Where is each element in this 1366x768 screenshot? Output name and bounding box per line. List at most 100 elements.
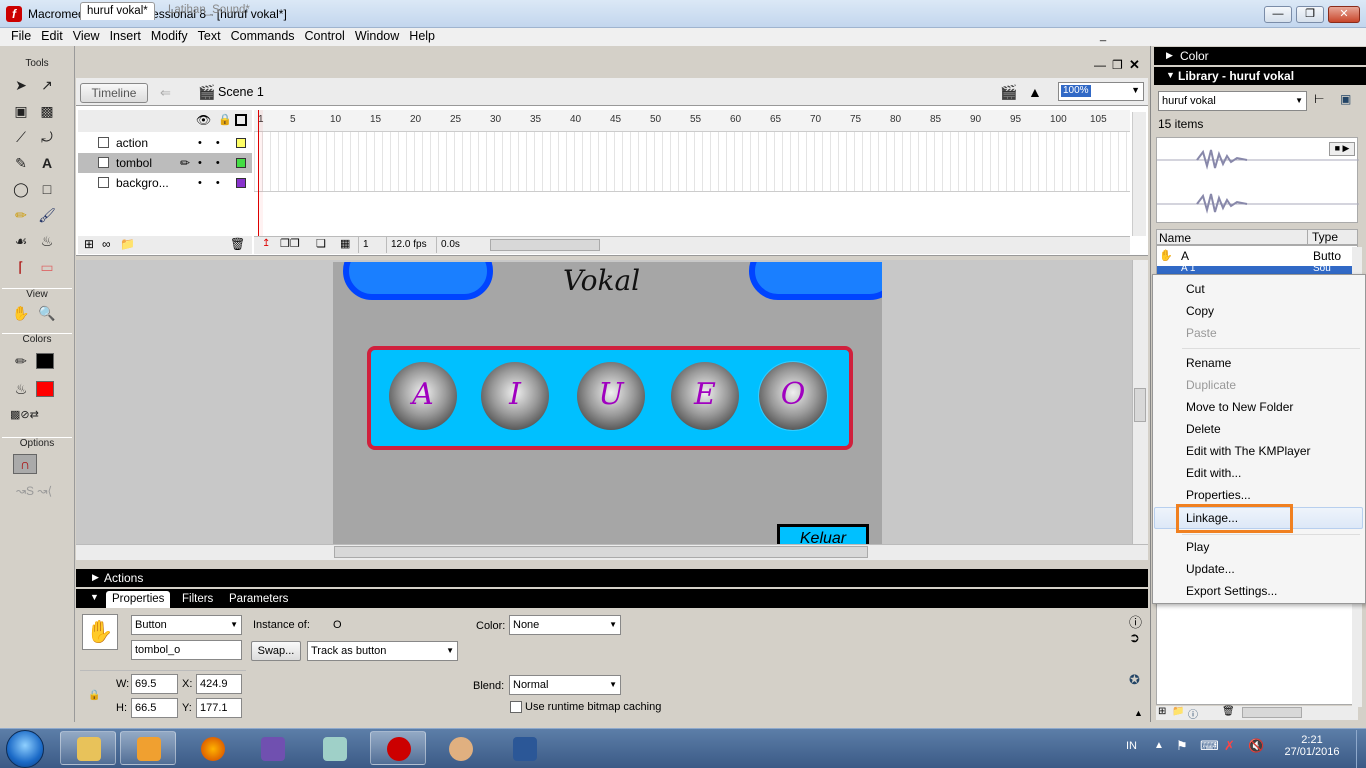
tray-network-icon[interactable]: ✗ (1224, 738, 1235, 754)
color-expand-icon[interactable]: ▶ (1166, 50, 1173, 61)
ctx-export-settings[interactable]: Export Settings... (1186, 584, 1277, 598)
onion-outline-icon[interactable]: ❏ (316, 237, 326, 250)
menu-text[interactable]: Text (193, 28, 226, 46)
brush-tool-icon[interactable]: 🖌 (36, 204, 58, 226)
new-folder-icon[interactable]: 📁 (1172, 706, 1184, 717)
taskbar-media-player[interactable] (120, 731, 176, 765)
lasso-tool-icon[interactable]: ⤾ (36, 126, 58, 148)
new-symbol-icon[interactable]: ⊞ (1158, 706, 1166, 717)
constrain-lock-icon[interactable]: 🔒 (88, 690, 100, 701)
vowel-button-o[interactable]: O (758, 361, 828, 431)
taskbar-firefox[interactable] (184, 731, 240, 765)
stroke-color-swatch[interactable] (36, 353, 54, 369)
col-name[interactable]: Name (1159, 231, 1191, 245)
menu-file[interactable]: File (6, 28, 36, 46)
delete-item-icon[interactable]: 🗑 (1222, 706, 1235, 717)
minimize-button[interactable]: — (1264, 6, 1292, 23)
ctx-move-to-new-folder[interactable]: Move to New Folder (1186, 400, 1293, 414)
taskbar-visual-studio[interactable] (244, 731, 300, 765)
layer-action[interactable]: action •• (78, 133, 252, 153)
insert-layer-icon[interactable]: ⊞ (84, 237, 94, 251)
taskbar-flash[interactable] (370, 731, 426, 765)
doc-restore-icon[interactable]: ❐ (1112, 58, 1123, 72)
ctx-copy[interactable]: Copy (1186, 304, 1214, 318)
tab-filters[interactable]: Filters (176, 591, 219, 608)
tab-huruf-vokal[interactable]: huruf vokal* (80, 2, 155, 20)
edit-scene-icon[interactable]: 🎬 (1000, 84, 1017, 101)
ctx-cut[interactable]: Cut (1186, 282, 1205, 296)
zoom-tool-icon[interactable]: 🔍 (36, 302, 58, 324)
menu-view[interactable]: View (68, 28, 105, 46)
playhead[interactable] (258, 110, 263, 252)
start-button[interactable] (6, 730, 44, 768)
doc-close-icon[interactable]: ✕ (1129, 57, 1140, 73)
free-transform-tool-icon[interactable]: ▣ (10, 100, 32, 122)
library-item-a[interactable]: ✋ A Butto (1157, 247, 1357, 265)
menu-edit[interactable]: Edit (36, 28, 68, 46)
fill-transform-tool-icon[interactable]: ▩ (36, 100, 58, 122)
taskbar-paint[interactable] (432, 731, 488, 765)
insert-folder-icon[interactable]: 📁 (120, 237, 135, 251)
outline-icon[interactable] (235, 114, 247, 126)
button-tracking-select[interactable]: Track as button (307, 641, 458, 661)
accessibility-icon[interactable]: ✪ (1129, 672, 1140, 688)
properties-icon[interactable]: ⓘ (1188, 706, 1198, 721)
tray-flag-icon[interactable]: ⚑ (1176, 738, 1188, 754)
tray-show-hidden-icon[interactable]: ▲ (1154, 740, 1164, 751)
restore-button[interactable]: ❐ (1296, 6, 1324, 23)
tab-parameters[interactable]: Parameters (223, 591, 294, 608)
edit-symbols-icon[interactable]: ▲ (1028, 84, 1042, 100)
ctx-edit-with[interactable]: Edit with... (1186, 466, 1241, 480)
timeline-hscroll-thumb[interactable] (490, 239, 600, 251)
ink-bottle-tool-icon[interactable]: ☙ (10, 230, 32, 252)
timeline-toggle-button[interactable]: Timeline (80, 83, 148, 103)
eraser-tool-icon[interactable]: ▭ (36, 256, 58, 278)
ctx-update[interactable]: Update... (1186, 562, 1235, 576)
eye-icon[interactable]: 👁 (196, 113, 211, 127)
doc-min-icon[interactable]: — (1094, 58, 1106, 72)
timeline-vscroll[interactable] (1132, 112, 1146, 236)
tab-latihan-sound[interactable]: Latihan_Sound* (162, 2, 256, 20)
menu-commands[interactable]: Commands (226, 28, 300, 46)
y-field[interactable]: 177.1 (196, 698, 242, 718)
pin-library-icon[interactable]: ⊢ (1314, 92, 1324, 106)
rectangle-tool-icon[interactable]: □ (36, 178, 58, 200)
tab-properties[interactable]: Properties (106, 591, 171, 608)
layer-tombol[interactable]: tombol ✏ •• (78, 153, 252, 173)
tray-device-icon[interactable]: ⌨ (1200, 738, 1219, 754)
vowel-button-e[interactable]: E (671, 362, 739, 430)
collapse-arrow-icon[interactable]: ▼ (90, 592, 99, 602)
library-panel-header[interactable]: Library - huruf vokal (1154, 67, 1366, 85)
symbol-type-select[interactable]: Button (131, 615, 242, 635)
show-desktop-button[interactable] (1356, 730, 1366, 768)
instance-name-field[interactable]: tombol_o (131, 640, 242, 660)
arrow-tool-icon[interactable]: ➤ (10, 74, 32, 96)
help-icon[interactable]: ⓘ (1129, 612, 1142, 631)
color-effect-select[interactable]: None (509, 615, 621, 635)
stage[interactable]: Vokal A I U E O Keluar (333, 262, 882, 544)
stage-vscroll-thumb[interactable] (1134, 388, 1146, 422)
ctx-rename[interactable]: Rename (1186, 356, 1231, 370)
center-frame-icon[interactable]: ↥ (262, 238, 270, 249)
bitmap-caching-checkbox[interactable] (510, 701, 522, 713)
taskbar-notes[interactable] (306, 731, 362, 765)
stroke-color-icon[interactable]: ✏ (10, 350, 32, 372)
color-panel-header[interactable]: Color (1154, 47, 1366, 65)
paint-bucket-tool-icon[interactable]: ♨ (36, 230, 58, 252)
fill-color-swatch[interactable] (36, 381, 54, 397)
ctx-delete[interactable]: Delete (1186, 422, 1221, 436)
tray-clock[interactable]: 2:21 27/01/2016 (1282, 734, 1342, 758)
actions-panel-header[interactable]: Actions (76, 569, 1148, 587)
frame-ruler[interactable]: 1 5 10 15 20 25 30 35 40 45 50 55 60 65 70 75 80 85 90 95 10… (254, 110, 1130, 132)
x-field[interactable]: 424.9 (196, 674, 242, 694)
library-hscroll-thumb[interactable] (1242, 707, 1302, 718)
menu-modify[interactable]: Modify (146, 28, 193, 46)
pencil-tool-icon[interactable]: ✏ (10, 204, 32, 226)
zoom-select[interactable]: 100% ▼ (1058, 82, 1144, 101)
collapse-props-icon[interactable]: ▲ (1134, 708, 1143, 718)
snap-magnet-icon[interactable]: ∩ (13, 454, 37, 474)
menu-insert[interactable]: Insert (105, 28, 146, 46)
menu-help[interactable]: Help (404, 28, 440, 46)
default-colors-icon[interactable]: ▩⊘⇄ (10, 404, 39, 426)
menu-window[interactable]: Window (350, 28, 404, 46)
